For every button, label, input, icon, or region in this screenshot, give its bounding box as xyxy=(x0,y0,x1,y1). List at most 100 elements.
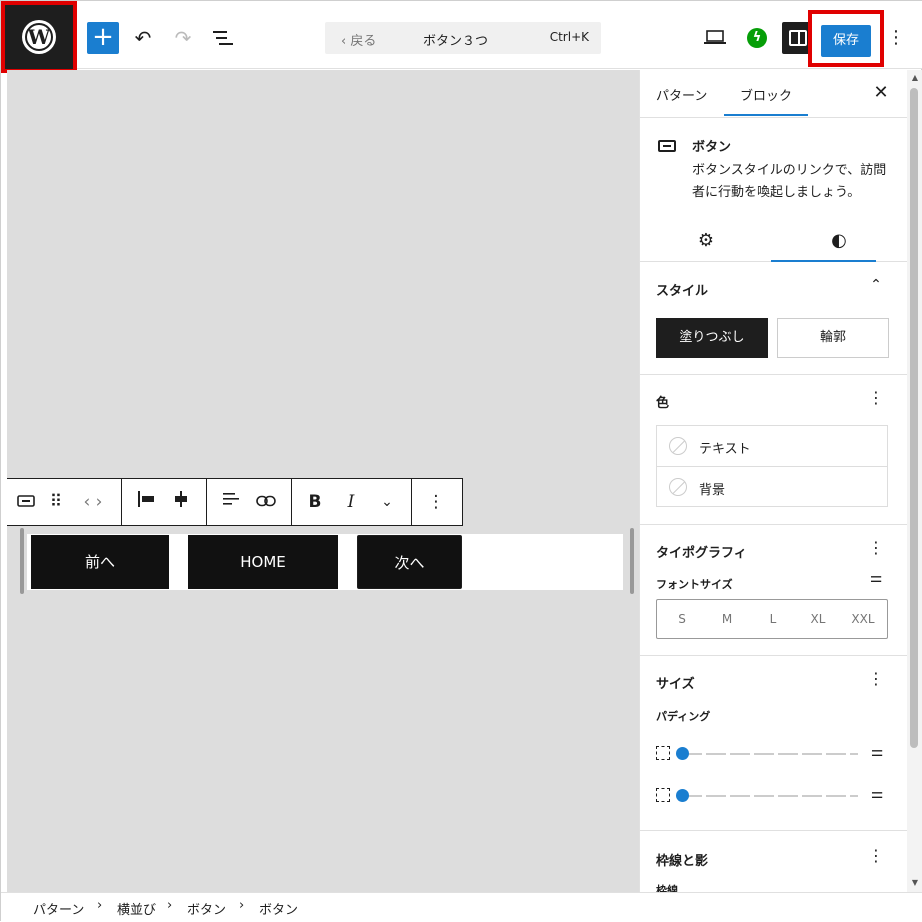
style-fill-button[interactable]: 塗りつぶし xyxy=(656,318,768,358)
color-item-background[interactable]: 背景 xyxy=(657,467,887,508)
jetpack-button[interactable]: ϟ xyxy=(747,28,767,48)
site-hub-button[interactable]: W xyxy=(1,1,77,73)
tab-block[interactable]: ブロック xyxy=(740,85,792,104)
more-vertical-icon: ⋮ xyxy=(868,669,884,688)
button-block-next[interactable]: 次へ xyxy=(357,535,462,589)
more-vertical-icon: ⋮ xyxy=(868,388,884,407)
font-size-xl[interactable]: XL xyxy=(798,612,838,626)
scroll-up-icon[interactable]: ▲ xyxy=(910,73,920,82)
color-item-label: テキスト xyxy=(699,442,751,457)
font-size-l[interactable]: L xyxy=(753,612,793,626)
color-list: テキスト 背景 xyxy=(656,425,888,507)
chevron-up-icon: ⌃ xyxy=(870,277,882,293)
divider xyxy=(640,655,907,656)
settings-sidebar: パターン ブロック ✕ ボタン ボタンスタイルのリンクで、訪問者に行動を喚起しま… xyxy=(639,70,907,892)
padding-vertical-control: ⚌ xyxy=(656,744,888,764)
redo-icon: ↷ xyxy=(174,26,192,50)
preview-device-button[interactable] xyxy=(703,27,727,49)
padding-horizontal-track[interactable] xyxy=(682,795,858,797)
color-swatch-icon xyxy=(669,478,687,496)
block-toolbar-group-text: B I ⌄ xyxy=(292,479,412,525)
sliders-icon: ⚌ xyxy=(870,744,884,760)
link-icon[interactable] xyxy=(255,491,277,513)
undo-icon: ↶ xyxy=(134,26,152,50)
save-highlight: 保存 xyxy=(808,10,884,67)
sidebar-scrollbar[interactable]: ▲ ▼ xyxy=(907,70,922,892)
padding-label: パディング xyxy=(656,710,711,723)
block-breadcrumb: パターン › 横並び › ボタン › ボタン xyxy=(1,892,922,922)
tab-settings[interactable]: ⚙ xyxy=(693,228,719,254)
button-block-home[interactable]: HOME xyxy=(188,535,338,589)
color-section-title: 色 xyxy=(656,396,670,411)
gear-icon: ⚙ xyxy=(697,230,715,251)
color-swatch-icon xyxy=(669,437,687,455)
padding-horizontal-thumb[interactable] xyxy=(676,789,689,802)
active-tab-indicator xyxy=(724,114,808,116)
list-view-icon xyxy=(213,31,233,45)
shortcut-hint: Ctrl+K xyxy=(549,30,589,44)
divider xyxy=(640,524,907,525)
buttons-block[interactable]: 前へ HOME 次へ xyxy=(20,528,636,594)
add-block-button[interactable]: + xyxy=(87,22,119,54)
collapse-style-button[interactable]: ⌃ xyxy=(868,277,884,293)
plus-icon: + xyxy=(92,22,114,52)
divider xyxy=(640,830,907,831)
options-menu-button[interactable]: ⋮ xyxy=(887,23,905,53)
font-size-s[interactable]: S xyxy=(662,612,702,626)
scrollbar-thumb[interactable] xyxy=(910,88,918,748)
padding-horizontal-custom-button[interactable]: ⚌ xyxy=(868,786,886,806)
document-title: ボタン３つ xyxy=(423,34,489,49)
breadcrumb-item[interactable]: パターン xyxy=(33,899,84,918)
drag-handle-icon[interactable]: ⠿ xyxy=(45,491,67,513)
resize-handle-left[interactable] xyxy=(20,528,24,594)
padding-horizontal-control: ⚌ xyxy=(656,786,888,806)
font-size-xxl[interactable]: XXL xyxy=(843,612,883,626)
tab-patterns[interactable]: パターン xyxy=(656,85,707,104)
padding-vertical-thumb[interactable] xyxy=(676,747,689,760)
color-item-text[interactable]: テキスト xyxy=(657,426,887,467)
redo-button[interactable]: ↷ xyxy=(167,22,199,54)
border-section-title: 枠線と影 xyxy=(656,854,709,869)
undo-button[interactable]: ↶ xyxy=(127,22,159,54)
chevron-down-icon[interactable]: ⌄ xyxy=(376,491,398,513)
style-section-title: スタイル xyxy=(656,284,709,299)
font-size-m[interactable]: M xyxy=(707,612,747,626)
block-options-icon[interactable]: ⋮ xyxy=(425,491,447,513)
color-options-button[interactable]: ⋮ xyxy=(868,388,884,407)
size-section-title: サイズ xyxy=(656,677,695,692)
italic-icon[interactable]: I xyxy=(340,491,362,513)
more-vertical-icon: ⋮ xyxy=(887,27,905,48)
scroll-down-icon[interactable]: ▼ xyxy=(910,878,920,887)
button-block-icon[interactable] xyxy=(15,491,37,513)
justify-center-icon[interactable] xyxy=(170,491,192,513)
close-sidebar-button[interactable]: ✕ xyxy=(870,80,892,106)
typography-options-button[interactable]: ⋮ xyxy=(868,538,884,557)
document-overview-button[interactable] xyxy=(207,22,239,54)
save-button[interactable]: 保存 xyxy=(821,25,871,57)
editor-canvas[interactable]: ⠿ ‹ › B I ⌄ ⋮ 前へ HOME 次へ xyxy=(7,70,639,892)
divider xyxy=(640,374,907,375)
padding-vertical-custom-button[interactable]: ⚌ xyxy=(868,744,886,764)
laptop-icon xyxy=(704,30,726,44)
move-arrows-icon[interactable]: ‹ › xyxy=(79,491,107,513)
resize-handle-right[interactable] xyxy=(630,528,634,594)
border-options-button[interactable]: ⋮ xyxy=(868,846,884,865)
size-options-button[interactable]: ⋮ xyxy=(868,669,884,688)
more-vertical-icon: ⋮ xyxy=(868,538,884,557)
bold-icon[interactable]: B xyxy=(304,491,326,513)
back-link[interactable]: ‹ 戻る xyxy=(341,30,376,49)
command-palette-bar[interactable]: ‹ 戻る ボタン３つ Ctrl+K xyxy=(325,22,601,54)
font-size-custom-button[interactable]: ⚌ xyxy=(868,570,884,586)
breadcrumb-item[interactable]: ボタン xyxy=(187,899,226,918)
block-toolbar-group-align xyxy=(122,479,207,525)
style-outline-button[interactable]: 輪郭 xyxy=(777,318,889,358)
padding-vertical-track[interactable] xyxy=(682,753,858,755)
chevron-right-icon: › xyxy=(239,898,245,913)
justify-left-icon[interactable] xyxy=(135,491,157,513)
button-block-prev[interactable]: 前へ xyxy=(31,535,169,589)
breadcrumb-item[interactable]: 横並び xyxy=(117,899,156,918)
padding-vertical-icon xyxy=(656,746,670,760)
breadcrumb-item[interactable]: ボタン xyxy=(259,899,298,918)
text-align-icon[interactable] xyxy=(220,491,242,513)
tab-styles[interactable]: ◐ xyxy=(826,228,852,254)
